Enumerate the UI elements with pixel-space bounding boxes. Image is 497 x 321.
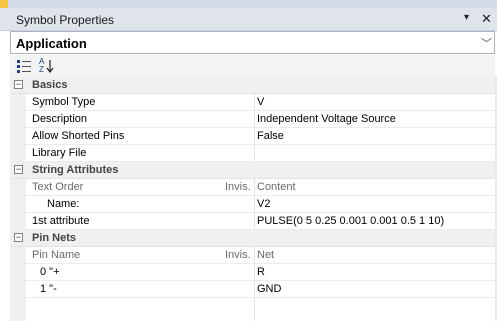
property-name: Library File: [32, 147, 87, 159]
property-value[interactable]: False: [257, 130, 284, 142]
category-string-attributes[interactable]: − String Attributes: [10, 162, 495, 179]
collapse-icon[interactable]: −: [14, 80, 23, 89]
pin-net-value[interactable]: R: [257, 266, 265, 278]
property-grid: − Basics Symbol Type V Description Indep…: [10, 77, 495, 321]
row-gutter: [10, 179, 26, 195]
property-toolbar: A Z: [10, 55, 495, 77]
property-row[interactable]: Description Independent Voltage Source: [10, 111, 495, 128]
property-value[interactable]: Independent Voltage Source: [257, 113, 396, 125]
docking-corner: [0, 0, 8, 8]
row-gutter: [10, 94, 26, 110]
column-header-net: Net: [257, 249, 275, 261]
category-basics[interactable]: − Basics: [10, 77, 495, 94]
property-name: Symbol Type: [32, 96, 96, 108]
grid-empty-gutter: [10, 298, 26, 321]
column-header-invis: Invis.: [225, 249, 251, 261]
attribute-name: 1st attribute: [32, 215, 90, 227]
pin-dropdown-icon[interactable]: ▾: [464, 12, 469, 23]
column-divider: [254, 196, 255, 212]
collapse-icon[interactable]: −: [14, 165, 23, 174]
category-label: String Attributes: [32, 164, 119, 176]
column-header-pin-name: Pin Name: [32, 249, 81, 261]
object-selector-combo[interactable]: Application ﹀: [10, 31, 495, 54]
column-divider: [254, 128, 255, 144]
column-divider: [254, 111, 255, 127]
attribute-row[interactable]: 1st attribute PULSE(0 5 0.25 0.001 0.001…: [10, 213, 495, 230]
row-gutter: [10, 247, 26, 263]
row-gutter: [10, 196, 26, 212]
attribute-name: Name:: [47, 198, 80, 210]
row-gutter: [10, 128, 26, 144]
chevron-down-icon[interactable]: ﹀: [481, 35, 492, 51]
category-label: Pin Nets: [32, 232, 77, 244]
row-gutter: [10, 145, 26, 161]
category-pin-nets[interactable]: − Pin Nets: [10, 230, 495, 247]
category-label: Basics: [32, 79, 68, 91]
row-gutter: [10, 264, 26, 280]
property-name: Description: [32, 113, 88, 125]
column-divider: [254, 213, 255, 229]
column-divider: [254, 264, 255, 280]
top-strip: [0, 0, 497, 8]
grid-empty-divider: [254, 298, 255, 321]
column-header-row: Pin Name Invis. Net: [10, 247, 495, 264]
close-icon[interactable]: ✕: [481, 11, 492, 27]
row-gutter: [10, 111, 26, 127]
column-header-text-order: Text Order: [32, 181, 84, 193]
column-header-content: Content: [257, 181, 296, 193]
collapse-icon[interactable]: −: [14, 233, 23, 242]
property-row[interactable]: Symbol Type V: [10, 94, 495, 111]
row-gutter: [10, 281, 26, 297]
property-row[interactable]: Allow Shorted Pins False: [10, 128, 495, 145]
property-value[interactable]: V: [257, 96, 264, 108]
attribute-value[interactable]: PULSE(0 5 0.25 0.001 0.001 0.5 1 10): [257, 215, 444, 227]
panel-titlebar: Symbol Properties ▾ ✕: [0, 8, 497, 31]
object-selector-value: Application: [16, 36, 87, 51]
pin-name: 1 "-: [40, 283, 57, 295]
column-divider: [254, 281, 255, 297]
property-name: Allow Shorted Pins: [32, 130, 125, 142]
column-divider: [254, 94, 255, 110]
pin-name: 0 "+: [40, 266, 60, 278]
attribute-value[interactable]: V2: [257, 198, 270, 210]
pin-net-value[interactable]: GND: [257, 283, 281, 295]
row-gutter: [10, 213, 26, 229]
column-header-row: Text Order Invis. Content: [10, 179, 495, 196]
panel-title: Symbol Properties: [16, 13, 115, 27]
categorized-icon[interactable]: [16, 58, 33, 74]
column-divider: [254, 247, 255, 263]
column-header-invis: Invis.: [225, 181, 251, 193]
pin-row[interactable]: 0 "+ R: [10, 264, 495, 281]
attribute-row[interactable]: Name: V2: [10, 196, 495, 213]
column-divider: [254, 179, 255, 195]
sort-alphabetical-icon[interactable]: A Z: [38, 58, 55, 74]
property-row[interactable]: Library File: [10, 145, 495, 162]
pin-row[interactable]: 1 "- GND: [10, 281, 495, 298]
column-divider: [254, 145, 255, 161]
